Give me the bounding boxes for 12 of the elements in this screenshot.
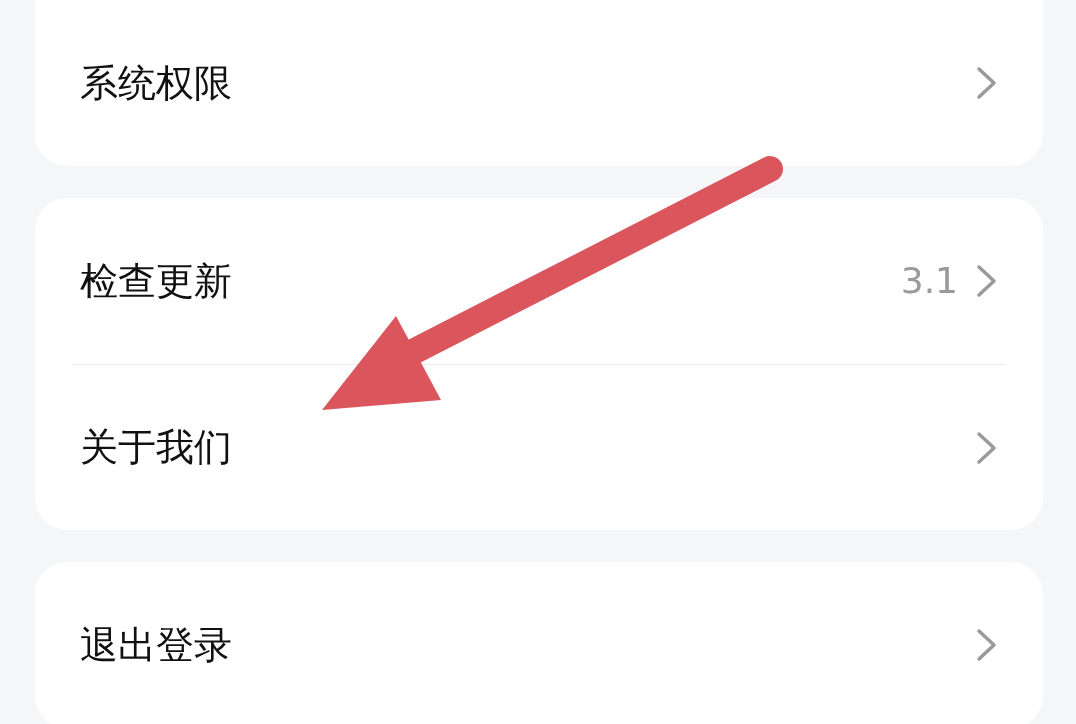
row-label: 退出登录 — [80, 621, 233, 669]
row-label: 检查更新 — [80, 257, 233, 305]
chevron-icon — [976, 264, 998, 298]
chevron-icon — [976, 430, 998, 465]
chevron-icon — [976, 628, 998, 662]
version-text: 3.1 — [900, 259, 958, 303]
settings-row[interactable]: 退出登录 — [35, 562, 1043, 724]
settings-row[interactable]: 检查更新 3.1 — [35, 198, 1043, 364]
row-label: 关于我们 — [80, 424, 233, 471]
settings-row[interactable]: 系统权限 — [35, 0, 1043, 166]
row-label: 系统权限 — [80, 59, 233, 107]
chevron-icon — [976, 66, 998, 100]
